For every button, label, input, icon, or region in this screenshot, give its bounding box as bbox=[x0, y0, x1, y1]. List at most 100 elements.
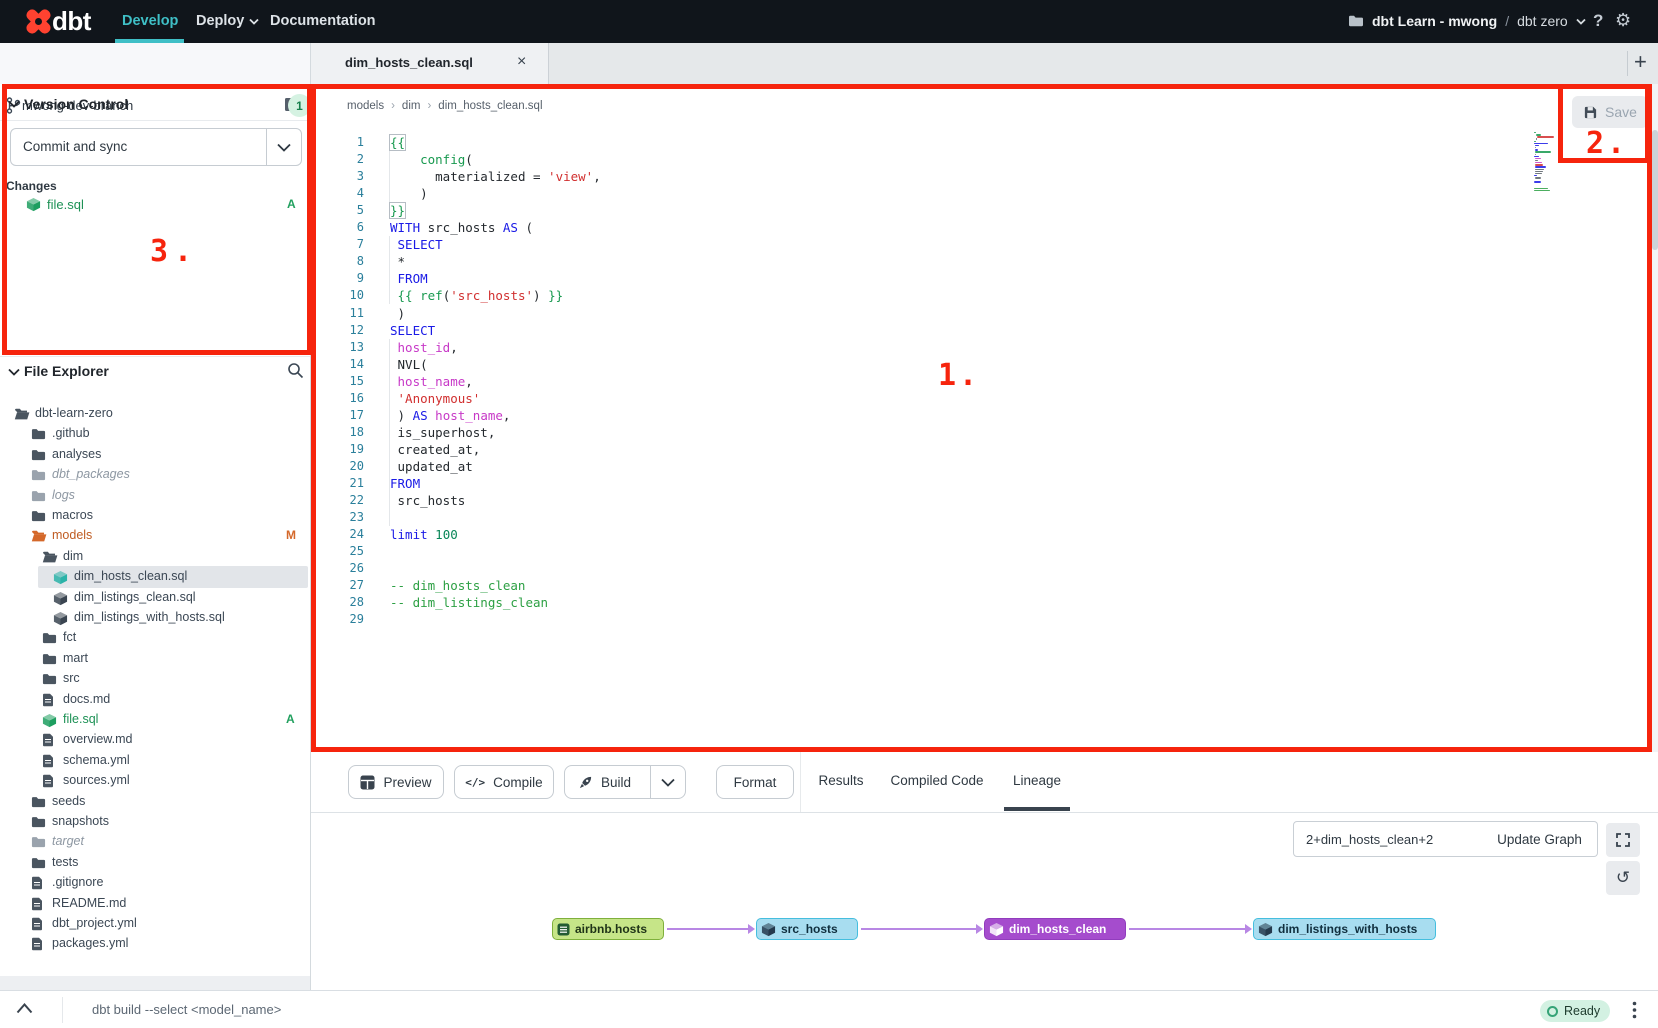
breadcrumb-file: dim_hosts_clean.sql bbox=[438, 100, 542, 112]
tree-item-label: dbt_project.yml bbox=[52, 916, 137, 930]
annotation-rect-3 bbox=[2, 84, 312, 355]
tree-item-sources.yml[interactable]: sources.yml bbox=[0, 771, 310, 791]
change-item-file.sql[interactable]: file.sqlA bbox=[0, 194, 310, 216]
lineage-node-dim_listings_with_hosts[interactable]: dim_listings_with_hosts bbox=[1253, 918, 1436, 940]
line-number: 2 bbox=[322, 151, 364, 168]
lineage-node-src_hosts[interactable]: src_hosts bbox=[756, 918, 858, 940]
tab-lineage[interactable]: Lineage bbox=[1013, 773, 1061, 788]
close-icon[interactable]: × bbox=[517, 53, 526, 71]
tree-item-dbt_packages[interactable]: dbt_packages bbox=[0, 465, 310, 485]
tree-item-fct[interactable]: fct bbox=[0, 628, 310, 648]
version-control-title[interactable]: Version Control bbox=[24, 96, 128, 112]
code-line-8: * bbox=[390, 253, 405, 270]
nav-develop[interactable]: Develop bbox=[122, 13, 178, 29]
line-number: 4 bbox=[322, 185, 364, 202]
tree-item-.github[interactable]: .github bbox=[0, 424, 310, 444]
minimap[interactable] bbox=[1534, 132, 1564, 282]
tree-item-dim[interactable]: dim bbox=[0, 547, 310, 567]
tree-item-tests[interactable]: tests bbox=[0, 853, 310, 873]
lineage-selector-input[interactable] bbox=[1293, 821, 1483, 857]
tab-results[interactable]: Results bbox=[818, 773, 863, 788]
tab-compiled-code[interactable]: Compiled Code bbox=[890, 773, 983, 788]
tree-item-docs.md[interactable]: docs.md bbox=[0, 690, 310, 710]
commit-and-sync-button[interactable]: Commit and sync bbox=[10, 128, 302, 166]
new-tab-button[interactable]: + bbox=[1634, 49, 1647, 75]
search-icon[interactable] bbox=[287, 362, 304, 379]
reset-view-button[interactable]: ↺ bbox=[1606, 861, 1640, 895]
lineage-node-dim_hosts_clean[interactable]: dim_hosts_clean bbox=[984, 918, 1126, 940]
node-label: airbnb.hosts bbox=[575, 922, 647, 936]
code-line-2: config( bbox=[390, 151, 473, 168]
code-line-1: {{ bbox=[390, 134, 405, 151]
tree-item-label: overview.md bbox=[63, 732, 132, 746]
lineage-edge-arrowhead bbox=[1245, 924, 1252, 934]
tree-item-logs[interactable]: logs bbox=[0, 486, 310, 506]
scrollbar-thumb[interactable] bbox=[1652, 130, 1658, 250]
sidebar-scrollbar-track[interactable] bbox=[0, 976, 310, 990]
cube-icon bbox=[42, 713, 57, 728]
code-line-12: SELECT bbox=[390, 322, 435, 339]
tree-item-dim_listings_clean.sql[interactable]: dim_listings_clean.sql bbox=[0, 588, 310, 608]
code-line-13: host_id, bbox=[390, 339, 458, 356]
gear-icon[interactable]: ⚙ bbox=[1615, 10, 1631, 31]
db-icon bbox=[557, 923, 570, 936]
minimap-line bbox=[1535, 158, 1541, 159]
file-explorer-title[interactable]: File Explorer bbox=[24, 363, 109, 379]
code-line-22: src_hosts bbox=[390, 492, 465, 509]
tree-item-README.md[interactable]: README.md bbox=[0, 894, 310, 914]
chevron-down-icon[interactable] bbox=[277, 143, 291, 152]
tree-item-dbt_project.yml[interactable]: dbt_project.yml bbox=[0, 914, 310, 934]
project-selector[interactable]: dbt Learn - mwong / dbt zero bbox=[1348, 13, 1586, 29]
tree-item-mart[interactable]: mart bbox=[0, 649, 310, 669]
tree-item-.gitignore[interactable]: .gitignore bbox=[0, 873, 310, 893]
tree-item-schema.yml[interactable]: schema.yml bbox=[0, 751, 310, 771]
chevron-down-icon[interactable] bbox=[8, 100, 20, 108]
line-number: 20 bbox=[322, 458, 364, 475]
tree-item-overview.md[interactable]: overview.md bbox=[0, 730, 310, 750]
chevron-up-icon[interactable] bbox=[16, 1003, 33, 1014]
code-line-10: {{ ref('src_hosts') }} bbox=[390, 287, 563, 304]
tree-item-target[interactable]: target bbox=[0, 832, 310, 852]
help-icon[interactable]: ? bbox=[1593, 11, 1603, 31]
ready-label: Ready bbox=[1564, 1004, 1600, 1018]
tree-item-models[interactable]: modelsM bbox=[0, 526, 310, 546]
command-input[interactable]: dbt build --select <model_name> bbox=[92, 1002, 281, 1017]
change-status-badge: A bbox=[287, 197, 296, 211]
divider bbox=[0, 356, 310, 357]
tree-item-dim_listings_with_hosts.sql[interactable]: dim_listings_with_hosts.sql bbox=[0, 608, 310, 628]
fullscreen-button[interactable] bbox=[1606, 823, 1640, 857]
preview-button[interactable]: Preview bbox=[348, 765, 444, 799]
tree-item-dim_hosts_clean.sql[interactable]: dim_hosts_clean.sql bbox=[0, 567, 310, 587]
folder-icon bbox=[31, 427, 46, 441]
tree-item-analyses[interactable]: analyses bbox=[0, 445, 310, 465]
update-graph-button[interactable]: Update Graph bbox=[1482, 821, 1598, 857]
code-editor[interactable]: models › dim › dim_hosts_clean.sql Save … bbox=[311, 84, 1658, 752]
save-button[interactable]: Save bbox=[1572, 96, 1648, 128]
file-icon bbox=[31, 897, 43, 911]
chevron-down-icon[interactable] bbox=[8, 368, 20, 376]
tree-item-dbt-learn-zero[interactable]: dbt-learn-zero bbox=[0, 404, 310, 424]
kebab-menu-icon[interactable] bbox=[1632, 1001, 1637, 1019]
nav-documentation[interactable]: Documentation bbox=[270, 13, 376, 29]
minimap-line bbox=[1537, 136, 1554, 137]
line-number: 1 bbox=[322, 134, 364, 151]
tree-item-file.sql[interactable]: file.sqlA bbox=[0, 710, 310, 730]
tab-dim-hosts-clean[interactable]: dim_hosts_clean.sql × bbox=[311, 43, 549, 84]
compile-button[interactable]: </> Compile bbox=[454, 765, 554, 799]
tree-item-packages.yml[interactable]: packages.yml bbox=[0, 934, 310, 954]
build-button[interactable]: Build bbox=[564, 765, 686, 799]
line-number: 24 bbox=[322, 526, 364, 543]
nav-deploy[interactable]: Deploy bbox=[196, 13, 259, 29]
file-icon bbox=[42, 693, 54, 707]
minimap-line bbox=[1535, 169, 1545, 170]
changes-label: Changes bbox=[6, 179, 57, 193]
format-button[interactable]: Format bbox=[716, 765, 794, 799]
chevron-down-icon bbox=[1576, 18, 1586, 25]
tree-item-snapshots[interactable]: snapshots bbox=[0, 812, 310, 832]
lineage-node-airbnb.hosts[interactable]: airbnb.hosts bbox=[552, 918, 664, 940]
chevron-down-icon[interactable] bbox=[661, 778, 675, 787]
code-line-18: is_superhost, bbox=[390, 424, 495, 441]
tree-item-src[interactable]: src bbox=[0, 669, 310, 689]
tree-item-seeds[interactable]: seeds bbox=[0, 792, 310, 812]
tree-item-macros[interactable]: macros bbox=[0, 506, 310, 526]
